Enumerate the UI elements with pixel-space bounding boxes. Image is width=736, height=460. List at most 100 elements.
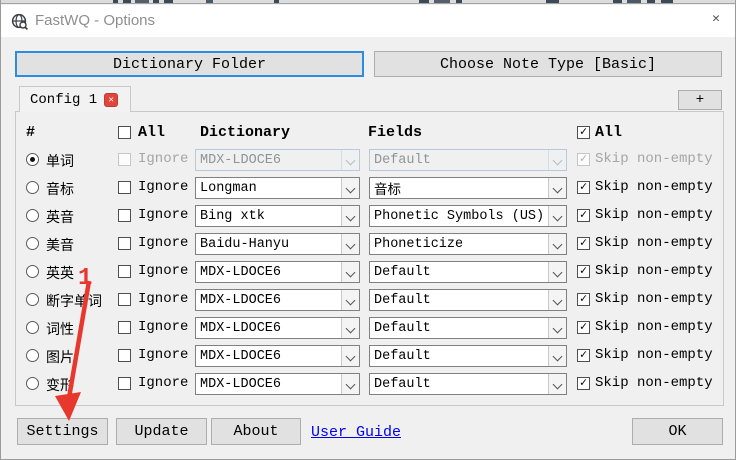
row-label: 美音 bbox=[46, 239, 74, 255]
ok-button[interactable]: OK bbox=[632, 418, 723, 445]
chevron-down-icon bbox=[341, 150, 359, 170]
dictionary-select[interactable]: MDX-LDOCE6 bbox=[195, 345, 360, 367]
ignore-checkbox[interactable] bbox=[118, 209, 131, 222]
skip-non-empty-checkbox[interactable] bbox=[577, 377, 590, 390]
dictionary-select[interactable]: MDX-LDOCE6 bbox=[195, 373, 360, 395]
ignore-label: Ignore bbox=[138, 319, 189, 335]
chevron-down-icon bbox=[341, 346, 359, 366]
ignore-checkbox[interactable] bbox=[118, 265, 131, 278]
background-window-sliver bbox=[1, 0, 735, 4]
dictionary-select[interactable]: Bing xtk bbox=[195, 205, 360, 227]
dictionary-select[interactable]: MDX-LDOCE6 bbox=[195, 289, 360, 311]
all-skip-checkbox[interactable] bbox=[577, 126, 590, 139]
skip-non-empty-label: Skip non-empty bbox=[595, 179, 713, 195]
ignore-checkbox[interactable] bbox=[118, 349, 131, 362]
about-button[interactable]: About bbox=[211, 418, 301, 445]
all-ignore-checkbox[interactable] bbox=[118, 126, 131, 139]
chevron-down-icon bbox=[341, 178, 359, 198]
fields-select[interactable]: Default bbox=[369, 345, 567, 367]
fields-select[interactable]: Phonetic Symbols (US) bbox=[369, 205, 567, 227]
skip-non-empty-checkbox[interactable] bbox=[577, 181, 590, 194]
tab-close-icon[interactable]: ✕ bbox=[104, 92, 119, 107]
fields-select[interactable]: Default bbox=[369, 289, 567, 311]
row-radio[interactable] bbox=[26, 237, 39, 250]
column-header-number: # bbox=[26, 124, 36, 141]
row-radio[interactable] bbox=[26, 181, 39, 194]
chevron-down-icon bbox=[341, 374, 359, 394]
skip-non-empty-label: Skip non-empty bbox=[595, 151, 713, 167]
row-label: 英英 bbox=[46, 267, 74, 283]
fields-select[interactable]: 音标 bbox=[369, 177, 567, 199]
chevron-down-icon bbox=[548, 234, 566, 254]
fields-select[interactable]: Default bbox=[369, 373, 567, 395]
chevron-down-icon bbox=[548, 374, 566, 394]
ignore-label: Ignore bbox=[138, 235, 189, 251]
chevron-down-icon bbox=[341, 318, 359, 338]
row-label: 英音 bbox=[46, 211, 74, 227]
settings-button[interactable]: Settings bbox=[17, 418, 108, 445]
row-radio[interactable] bbox=[26, 153, 39, 166]
row-label: 单词 bbox=[46, 155, 74, 171]
ignore-checkbox[interactable] bbox=[118, 181, 131, 194]
row-radio[interactable] bbox=[26, 321, 39, 334]
skip-non-empty-checkbox bbox=[577, 153, 590, 166]
ignore-label: Ignore bbox=[138, 375, 189, 391]
choose-note-type-button[interactable]: Choose Note Type [Basic] bbox=[374, 51, 722, 77]
skip-non-empty-checkbox[interactable] bbox=[577, 237, 590, 250]
chevron-down-icon bbox=[548, 346, 566, 366]
fields-select[interactable]: Phoneticize bbox=[369, 233, 567, 255]
chevron-down-icon bbox=[548, 262, 566, 282]
config-row-picture: 图片 Ignore MDX-LDOCE6 Default Skip non-em… bbox=[16, 342, 723, 370]
chevron-down-icon bbox=[341, 290, 359, 310]
skip-non-empty-label: Skip non-empty bbox=[595, 347, 713, 363]
config-row-us-audio: 美音 Ignore Baidu-Hanyu Phoneticize Skip n… bbox=[16, 230, 723, 258]
tab-config-1[interactable]: Config 1 ✕ bbox=[19, 86, 131, 112]
skip-non-empty-checkbox[interactable] bbox=[577, 209, 590, 222]
skip-non-empty-checkbox[interactable] bbox=[577, 349, 590, 362]
chevron-down-icon bbox=[548, 318, 566, 338]
dictionary-folder-button[interactable]: Dictionary Folder bbox=[15, 51, 364, 77]
dictionary-select[interactable]: Baidu-Hanyu bbox=[195, 233, 360, 255]
all-skip-label: All bbox=[595, 124, 623, 141]
dictionary-select[interactable]: MDX-LDOCE6 bbox=[195, 261, 360, 283]
window-title: FastWQ - Options bbox=[35, 12, 156, 29]
fields-select[interactable]: Default bbox=[369, 317, 567, 339]
row-radio[interactable] bbox=[26, 349, 39, 362]
chevron-down-icon bbox=[341, 262, 359, 282]
ignore-checkbox[interactable] bbox=[118, 321, 131, 334]
fields-select[interactable]: Default bbox=[369, 261, 567, 283]
ignore-checkbox[interactable] bbox=[118, 237, 131, 250]
skip-non-empty-checkbox[interactable] bbox=[577, 321, 590, 334]
row-radio[interactable] bbox=[26, 377, 39, 390]
config-row-en-en: 英英 Ignore MDX-LDOCE6 Default Skip non-em… bbox=[16, 258, 723, 286]
ignore-checkbox[interactable] bbox=[118, 293, 131, 306]
all-ignore-label: All bbox=[138, 124, 166, 141]
dictionary-select[interactable]: MDX-LDOCE6 bbox=[195, 317, 360, 339]
add-config-tab-button[interactable]: + bbox=[678, 90, 722, 110]
chevron-down-icon bbox=[548, 178, 566, 198]
tab-config-1-label: Config 1 bbox=[30, 91, 98, 108]
chevron-down-icon bbox=[548, 150, 566, 170]
row-label: 词性 bbox=[46, 323, 74, 339]
dictionary-select[interactable]: Longman bbox=[195, 177, 360, 199]
ignore-label: Ignore bbox=[138, 179, 189, 195]
row-label: 变形 bbox=[46, 379, 74, 395]
update-button[interactable]: Update bbox=[116, 418, 207, 445]
config-row-word: 单词 Ignore MDX-LDOCE6 Default Skip non-em… bbox=[16, 146, 723, 174]
fastwq-options-dialog: FastWQ - Options ✕ Dictionary Folder Cho… bbox=[0, 0, 736, 460]
ignore-checkbox[interactable] bbox=[118, 377, 131, 390]
chevron-down-icon bbox=[341, 206, 359, 226]
skip-non-empty-checkbox[interactable] bbox=[577, 265, 590, 278]
chevron-down-icon bbox=[548, 290, 566, 310]
ignore-label: Ignore bbox=[138, 347, 189, 363]
close-icon[interactable]: ✕ bbox=[699, 5, 733, 35]
row-radio[interactable] bbox=[26, 265, 39, 278]
skip-non-empty-checkbox[interactable] bbox=[577, 293, 590, 306]
config-row-inflection: 变形 Ignore MDX-LDOCE6 Default Skip non-em… bbox=[16, 370, 723, 398]
chevron-down-icon bbox=[341, 234, 359, 254]
user-guide-link[interactable]: User Guide bbox=[311, 424, 401, 441]
row-radio[interactable] bbox=[26, 293, 39, 306]
ignore-label: Ignore bbox=[138, 291, 189, 307]
row-radio[interactable] bbox=[26, 209, 39, 222]
ignore-checkbox bbox=[118, 153, 131, 166]
